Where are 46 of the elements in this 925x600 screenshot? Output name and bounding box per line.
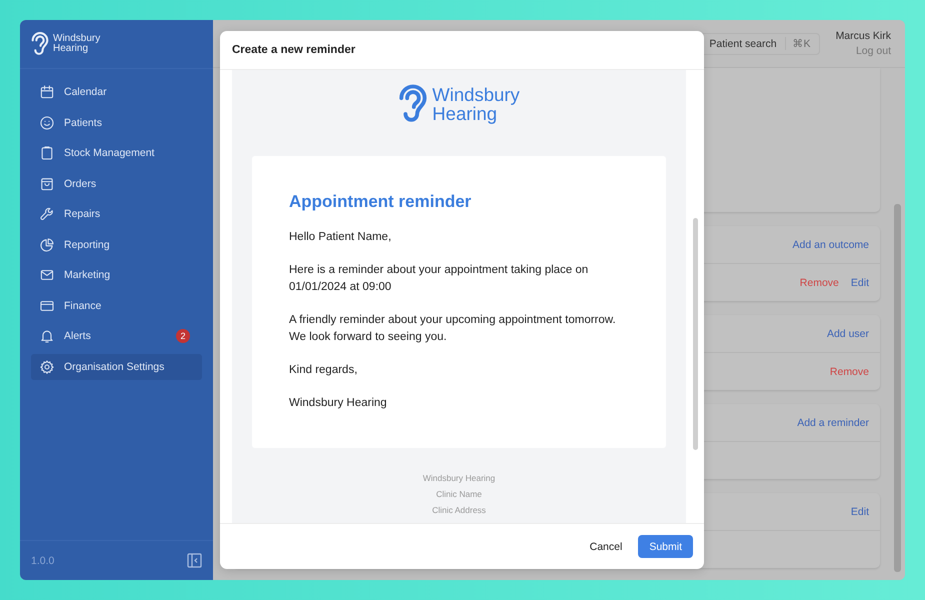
wrench-icon — [39, 206, 55, 222]
email-paragraph: Hello Patient Name, — [289, 230, 392, 245]
email-paragraph: Kind regards, — [289, 363, 358, 378]
count-badge: 2 — [176, 329, 190, 344]
pie-chart-icon — [39, 236, 55, 253]
sidebar-item[interactable]: Repairs — [31, 201, 202, 228]
user-name: Marcus Kirk — [836, 30, 891, 42]
clipboard-icon — [39, 145, 55, 162]
settings-icon — [39, 358, 55, 375]
sidebar-item[interactable]: Stock Management — [31, 140, 202, 166]
bell-icon — [39, 328, 55, 344]
sidebar-item[interactable]: Reporting — [31, 232, 202, 258]
version-label: 1.0.0 — [31, 554, 54, 566]
sidebar-item[interactable]: Alerts 2 — [31, 323, 202, 350]
sidebar-item[interactable]: Organisation Settings — [31, 354, 202, 380]
logo-text: Hearing — [432, 104, 498, 123]
sidebar-item[interactable]: Patients — [31, 110, 202, 136]
footer-text: Windsbury Hearing — [422, 472, 496, 484]
logo-text: Hearing — [53, 44, 88, 54]
email-paragraph: Windsbury Hearing — [289, 396, 388, 411]
cancel-button[interactable]: Cancel — [588, 536, 624, 556]
collapse-sidebar-icon[interactable] — [187, 553, 202, 568]
logo-text: Windsbury — [432, 85, 520, 104]
action-link[interactable]: Add user — [826, 328, 869, 340]
smiley-icon — [39, 114, 55, 131]
action-link[interactable]: Add a reminder — [797, 416, 869, 428]
scrollbar-thumb[interactable] — [693, 218, 698, 450]
action-link[interactable]: Edit — [850, 506, 869, 518]
action-link[interactable]: Add an outcome — [792, 238, 869, 250]
sidebar-item[interactable]: Calendar — [31, 79, 202, 106]
logo-text: Windsbury — [53, 34, 100, 44]
action-link[interactable]: Edit — [850, 276, 869, 288]
footer-text: Clinic Name — [436, 488, 482, 500]
email-paragraph: Here is a reminder about your appointment taking place on 01/01/2024 at 09:00 — [289, 263, 590, 295]
submit-button[interactable]: Submit — [638, 535, 693, 558]
email-paragraph: A friendly reminder about your upcoming appointment tomorrow. We look forward to seeing you. — [289, 313, 617, 345]
ear-logo-icon — [30, 31, 50, 57]
email-heading: Appointment reminder — [289, 191, 472, 213]
sidebar-item[interactable]: Marketing — [31, 262, 202, 288]
shortcut-hint: ⌘K — [784, 37, 811, 50]
sidebar-item[interactable]: Finance — [31, 292, 202, 319]
footer-text: Clinic Address — [432, 504, 486, 516]
shopping-bag-icon — [39, 176, 55, 192]
sidebar-item[interactable]: Orders — [31, 170, 202, 197]
calendar-icon — [39, 84, 55, 100]
scrollbar-thumb[interactable] — [894, 204, 901, 572]
